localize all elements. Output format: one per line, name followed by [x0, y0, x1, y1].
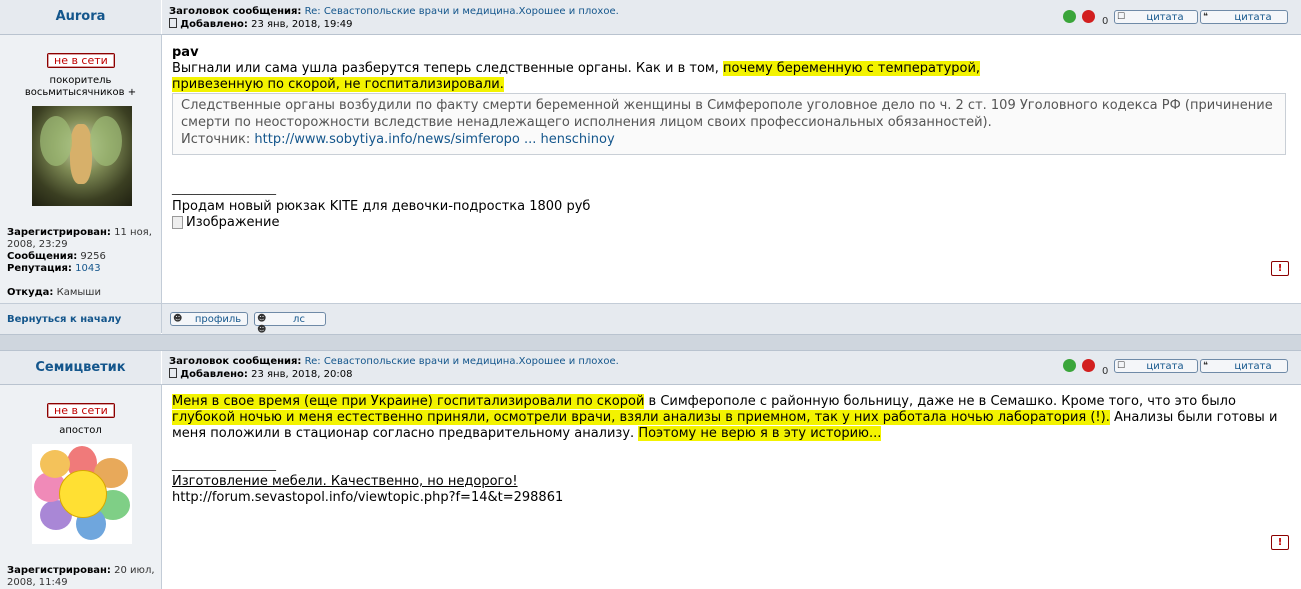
quote-button[interactable]: ☐ цитата [1114, 359, 1198, 373]
report-icon[interactable]: ! [1271, 261, 1289, 276]
smiley-face [59, 470, 107, 518]
post2-subject: Заголовок сообщения: Re: Севастопольские… [169, 356, 619, 367]
post1-text: Выгнали или сама ушла разберутся теперь … [172, 61, 981, 92]
post2-author-name[interactable]: Семицветик [35, 360, 125, 375]
post1-signature: Продам новый рюкзак KITE для девочки-под… [172, 199, 591, 214]
post1-avatar [32, 106, 132, 206]
profile-button[interactable]: ☻ профиль [170, 312, 248, 326]
post2-rank: апостол [59, 425, 102, 436]
post1-author-header: Aurora [0, 0, 161, 35]
post2-text: Меня в свое время (еще при Украине) госп… [172, 394, 1278, 441]
post1-posted: Добавлено: 23 янв, 2018, 19:49 [169, 18, 352, 31]
post2-header: Заголовок сообщения: Re: Севастопольские… [162, 351, 1301, 385]
post1-profile-info: Зарегистрирован: 11 ноя, 2008, 23:29 Соо… [7, 227, 152, 298]
users-icon: ☻☻ [257, 314, 267, 335]
post-icon [169, 368, 177, 378]
post1-body: pav Выгнали или сама ушла разберутся теп… [162, 35, 1301, 303]
post1-status-badge: не в сети [47, 49, 115, 68]
vote-count: 0 [1102, 366, 1109, 377]
wing-left [40, 116, 72, 166]
post1-subject: Заголовок сообщения: Re: Севастопольские… [169, 6, 619, 17]
post-separator [0, 334, 1301, 351]
source-link[interactable]: http://www.sobytiya.info/news/simferopo … [254, 132, 614, 147]
post2-posted: Добавлено: 23 янв, 2018, 20:08 [169, 368, 352, 381]
post1-author-panel: не в сети покоритель восьмитысячников + … [0, 35, 161, 303]
quote-icon: ❝ [1203, 12, 1208, 22]
post1-quote-block: Следственные органы возбудили по факту с… [172, 93, 1286, 155]
post2-status-badge: не в сети [47, 399, 115, 418]
user-icon: ☻ [173, 314, 183, 324]
post2-body: Меня в свое время (еще при Украине) госп… [162, 385, 1301, 589]
post2-profile-info: Зарегистрирован: 20 июл, 2008, 11:49 [7, 565, 155, 588]
broken-image-icon [172, 216, 183, 229]
vote-down-icon[interactable] [1082, 10, 1095, 23]
multi-quote-button[interactable]: ❝ цитата [1200, 359, 1288, 373]
quote-button[interactable]: ☐ цитата [1114, 10, 1198, 24]
report-icon[interactable]: ! [1271, 535, 1289, 550]
post2-signature-url[interactable]: http://forum.sevastopol.info/viewtopic.p… [172, 490, 563, 506]
post2-subject-link[interactable]: Re: Севастопольские врачи и медицина.Хор… [305, 356, 619, 367]
speech-bubble-icon: ☐ [1117, 361, 1126, 371]
post1-subject-link[interactable]: Re: Севастопольские врачи и медицина.Хор… [305, 6, 619, 17]
post1-author-name[interactable]: Aurora [56, 9, 106, 24]
post1-footer-right: ☻ профиль ☻☻ лс [162, 303, 1301, 335]
post1-signature-divider: ________________ [172, 181, 276, 196]
post2-signature-divider: ________________ [172, 457, 276, 472]
vote-up-icon[interactable] [1063, 10, 1076, 23]
pm-button[interactable]: ☻☻ лс [254, 312, 326, 335]
signature-image: Изображение [172, 215, 279, 230]
vote-count: 0 [1102, 16, 1109, 27]
fairy-figure [70, 124, 92, 184]
multi-quote-button[interactable]: ❝ цитата [1200, 10, 1288, 24]
post2-author-header: Семицветик [0, 351, 161, 385]
post1-footer-left: Вернуться к началу [0, 303, 161, 334]
speech-bubble-icon: ☐ [1117, 12, 1126, 22]
quote-icon: ❝ [1203, 361, 1208, 371]
vote-up-icon[interactable] [1063, 359, 1076, 372]
back-to-top-link[interactable]: Вернуться к началу [7, 314, 121, 326]
wing-right [90, 116, 122, 166]
post1-rank: покоритель восьмитысячников + [24, 75, 137, 98]
vote-down-icon[interactable] [1082, 359, 1095, 372]
post2-avatar [32, 444, 132, 544]
post-icon [169, 18, 177, 28]
post2-signature-link[interactable]: Изготовление мебели. Качественно, но нед… [172, 474, 518, 490]
post2-author-panel: не в сети апостол Зарегистрирован: 20 ию… [0, 385, 161, 589]
post1-header: Заголовок сообщения: Re: Севастопольские… [162, 0, 1301, 35]
post1-quoted-author: pav [172, 45, 199, 60]
